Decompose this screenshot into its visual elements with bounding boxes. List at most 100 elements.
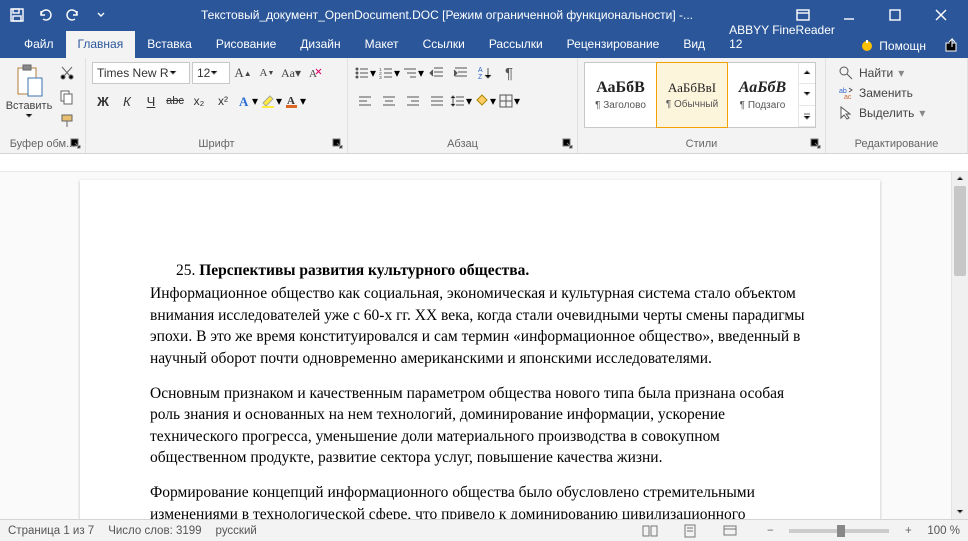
quick-access-toolbar <box>4 3 114 27</box>
share-button[interactable] <box>936 32 968 58</box>
paragraph-3: Формирование концепций информационного о… <box>150 482 810 519</box>
tab-abbyy[interactable]: ABBYY FineReader 12 <box>717 17 853 58</box>
format-painter-button[interactable] <box>56 110 78 132</box>
underline-button[interactable]: Ч <box>140 90 162 112</box>
zoom-control: − + 100 % <box>757 522 960 540</box>
highlight-button[interactable]: ▾ <box>260 90 282 112</box>
page[interactable]: 25. Перспективы развития культурного общ… <box>80 180 880 519</box>
font-color-button[interactable]: A▾ <box>284 90 306 112</box>
font-name-combo[interactable]: Times New R <box>92 62 190 84</box>
group-editing: Найти▾ abac Заменить Выделить▾ Редактиро… <box>826 58 968 153</box>
bold-button[interactable]: Ж <box>92 90 114 112</box>
replace-button[interactable]: abac Заменить <box>836 84 927 102</box>
document-area[interactable]: 25. Перспективы развития культурного общ… <box>0 172 968 519</box>
tab-layout[interactable]: Макет <box>353 31 411 58</box>
svg-text:Z: Z <box>478 74 483 81</box>
numbering-button[interactable]: 123▾ <box>378 62 400 84</box>
read-mode-button[interactable] <box>637 522 663 540</box>
tab-draw[interactable]: Рисование <box>204 31 288 58</box>
paragraph-2: Основным признаком и качественным параме… <box>150 383 810 469</box>
clear-formatting-button[interactable]: A <box>304 62 326 84</box>
close-button[interactable] <box>918 0 964 30</box>
tab-references[interactable]: Ссылки <box>411 31 477 58</box>
zoom-out-button[interactable]: − <box>757 522 783 540</box>
multilevel-list-button[interactable]: ▾ <box>402 62 424 84</box>
show-marks-button[interactable]: ¶ <box>498 62 520 84</box>
copy-button[interactable] <box>56 86 78 108</box>
save-button[interactable] <box>4 3 30 27</box>
ribbon: Вставить Буфер обм... Times New R 12 A▲ … <box>0 58 968 154</box>
tab-review[interactable]: Рецензирование <box>555 31 672 58</box>
tell-me[interactable]: Помощн <box>853 38 936 58</box>
scroll-thumb[interactable] <box>954 186 966 276</box>
group-font-label: Шрифт <box>92 136 341 151</box>
find-button[interactable]: Найти▾ <box>836 64 927 82</box>
zoom-in-button[interactable]: + <box>895 522 921 540</box>
justify-button[interactable] <box>426 90 448 112</box>
increase-indent-button[interactable] <box>450 62 472 84</box>
maximize-button[interactable] <box>872 0 918 30</box>
style-heading[interactable]: АаБбВ ¶ Заголово <box>585 63 657 127</box>
tab-view[interactable]: Вид <box>671 31 717 58</box>
superscript-button[interactable]: x² <box>212 90 234 112</box>
redo-button[interactable] <box>60 3 86 27</box>
undo-button[interactable] <box>32 3 58 27</box>
ruler[interactable] <box>0 154 968 172</box>
select-button[interactable]: Выделить▾ <box>836 104 927 122</box>
language-indicator[interactable]: русский <box>216 525 257 537</box>
clipboard-launcher[interactable] <box>70 138 82 150</box>
align-right-button[interactable] <box>402 90 424 112</box>
line-spacing-button[interactable]: ▾ <box>450 90 472 112</box>
paragraph-launcher[interactable] <box>562 138 574 150</box>
zoom-slider[interactable] <box>789 529 889 533</box>
align-center-button[interactable] <box>378 90 400 112</box>
tab-mailings[interactable]: Рассылки <box>477 31 555 58</box>
scroll-down-button[interactable] <box>952 505 968 519</box>
group-editing-label: Редактирование <box>832 136 961 151</box>
styles-launcher[interactable] <box>810 138 822 150</box>
grow-font-button[interactable]: A▲ <box>232 62 254 84</box>
font-launcher[interactable] <box>332 138 344 150</box>
tab-design[interactable]: Дизайн <box>288 31 352 58</box>
styles-gallery: АаБбВ ¶ Заголово АаБбВвI ¶ Обычный АаБбВ… <box>584 62 816 128</box>
zoom-knob[interactable] <box>837 525 845 537</box>
shrink-font-button[interactable]: A▼ <box>256 62 278 84</box>
tab-home[interactable]: Главная <box>66 31 136 58</box>
shading-button[interactable]: ▾ <box>474 90 496 112</box>
subscript-button[interactable]: x₂ <box>188 90 210 112</box>
page-indicator[interactable]: Страница 1 из 7 <box>8 525 94 537</box>
font-size-combo[interactable]: 12 <box>192 62 230 84</box>
scroll-up-button[interactable] <box>952 172 968 186</box>
italic-button[interactable]: К <box>116 90 138 112</box>
tab-insert[interactable]: Вставка <box>135 31 204 58</box>
web-layout-button[interactable] <box>717 522 743 540</box>
style-normal[interactable]: АаБбВвI ¶ Обычный <box>656 62 728 128</box>
group-styles: АаБбВ ¶ Заголово АаБбВвI ¶ Обычный АаБбВ… <box>578 58 826 153</box>
group-font: Times New R 12 A▲ A▼ Aa▾ A Ж К Ч abc x₂ … <box>86 58 348 153</box>
svg-text:A: A <box>309 68 317 80</box>
style-subheading[interactable]: АаБбВ ¶ Подзаго <box>727 63 799 127</box>
bullets-button[interactable]: ▾ <box>354 62 376 84</box>
change-case-button[interactable]: Aa▾ <box>280 62 302 84</box>
align-left-button[interactable] <box>354 90 376 112</box>
borders-button[interactable]: ▾ <box>498 90 520 112</box>
sort-button[interactable]: AZ <box>474 62 496 84</box>
word-count[interactable]: Число слов: 3199 <box>108 525 201 537</box>
zoom-level[interactable]: 100 % <box>927 525 960 537</box>
gallery-down[interactable] <box>799 84 815 105</box>
heading: Перспективы развития культурного обществ… <box>199 262 529 279</box>
decrease-indent-button[interactable] <box>426 62 448 84</box>
text-effects-button[interactable]: A▾ <box>236 90 258 112</box>
vertical-scrollbar[interactable] <box>951 172 968 519</box>
tab-file[interactable]: Файл <box>12 31 66 58</box>
qat-customize-button[interactable] <box>88 3 114 27</box>
gallery-more[interactable] <box>799 106 815 127</box>
strikethrough-button[interactable]: abc <box>164 90 186 112</box>
gallery-up[interactable] <box>799 63 815 84</box>
list-number: 25. <box>176 262 199 279</box>
print-layout-button[interactable] <box>677 522 703 540</box>
paste-button[interactable]: Вставить <box>6 62 52 122</box>
cut-button[interactable] <box>56 62 78 84</box>
group-styles-label: Стили <box>584 136 819 151</box>
paste-label: Вставить <box>6 100 53 112</box>
